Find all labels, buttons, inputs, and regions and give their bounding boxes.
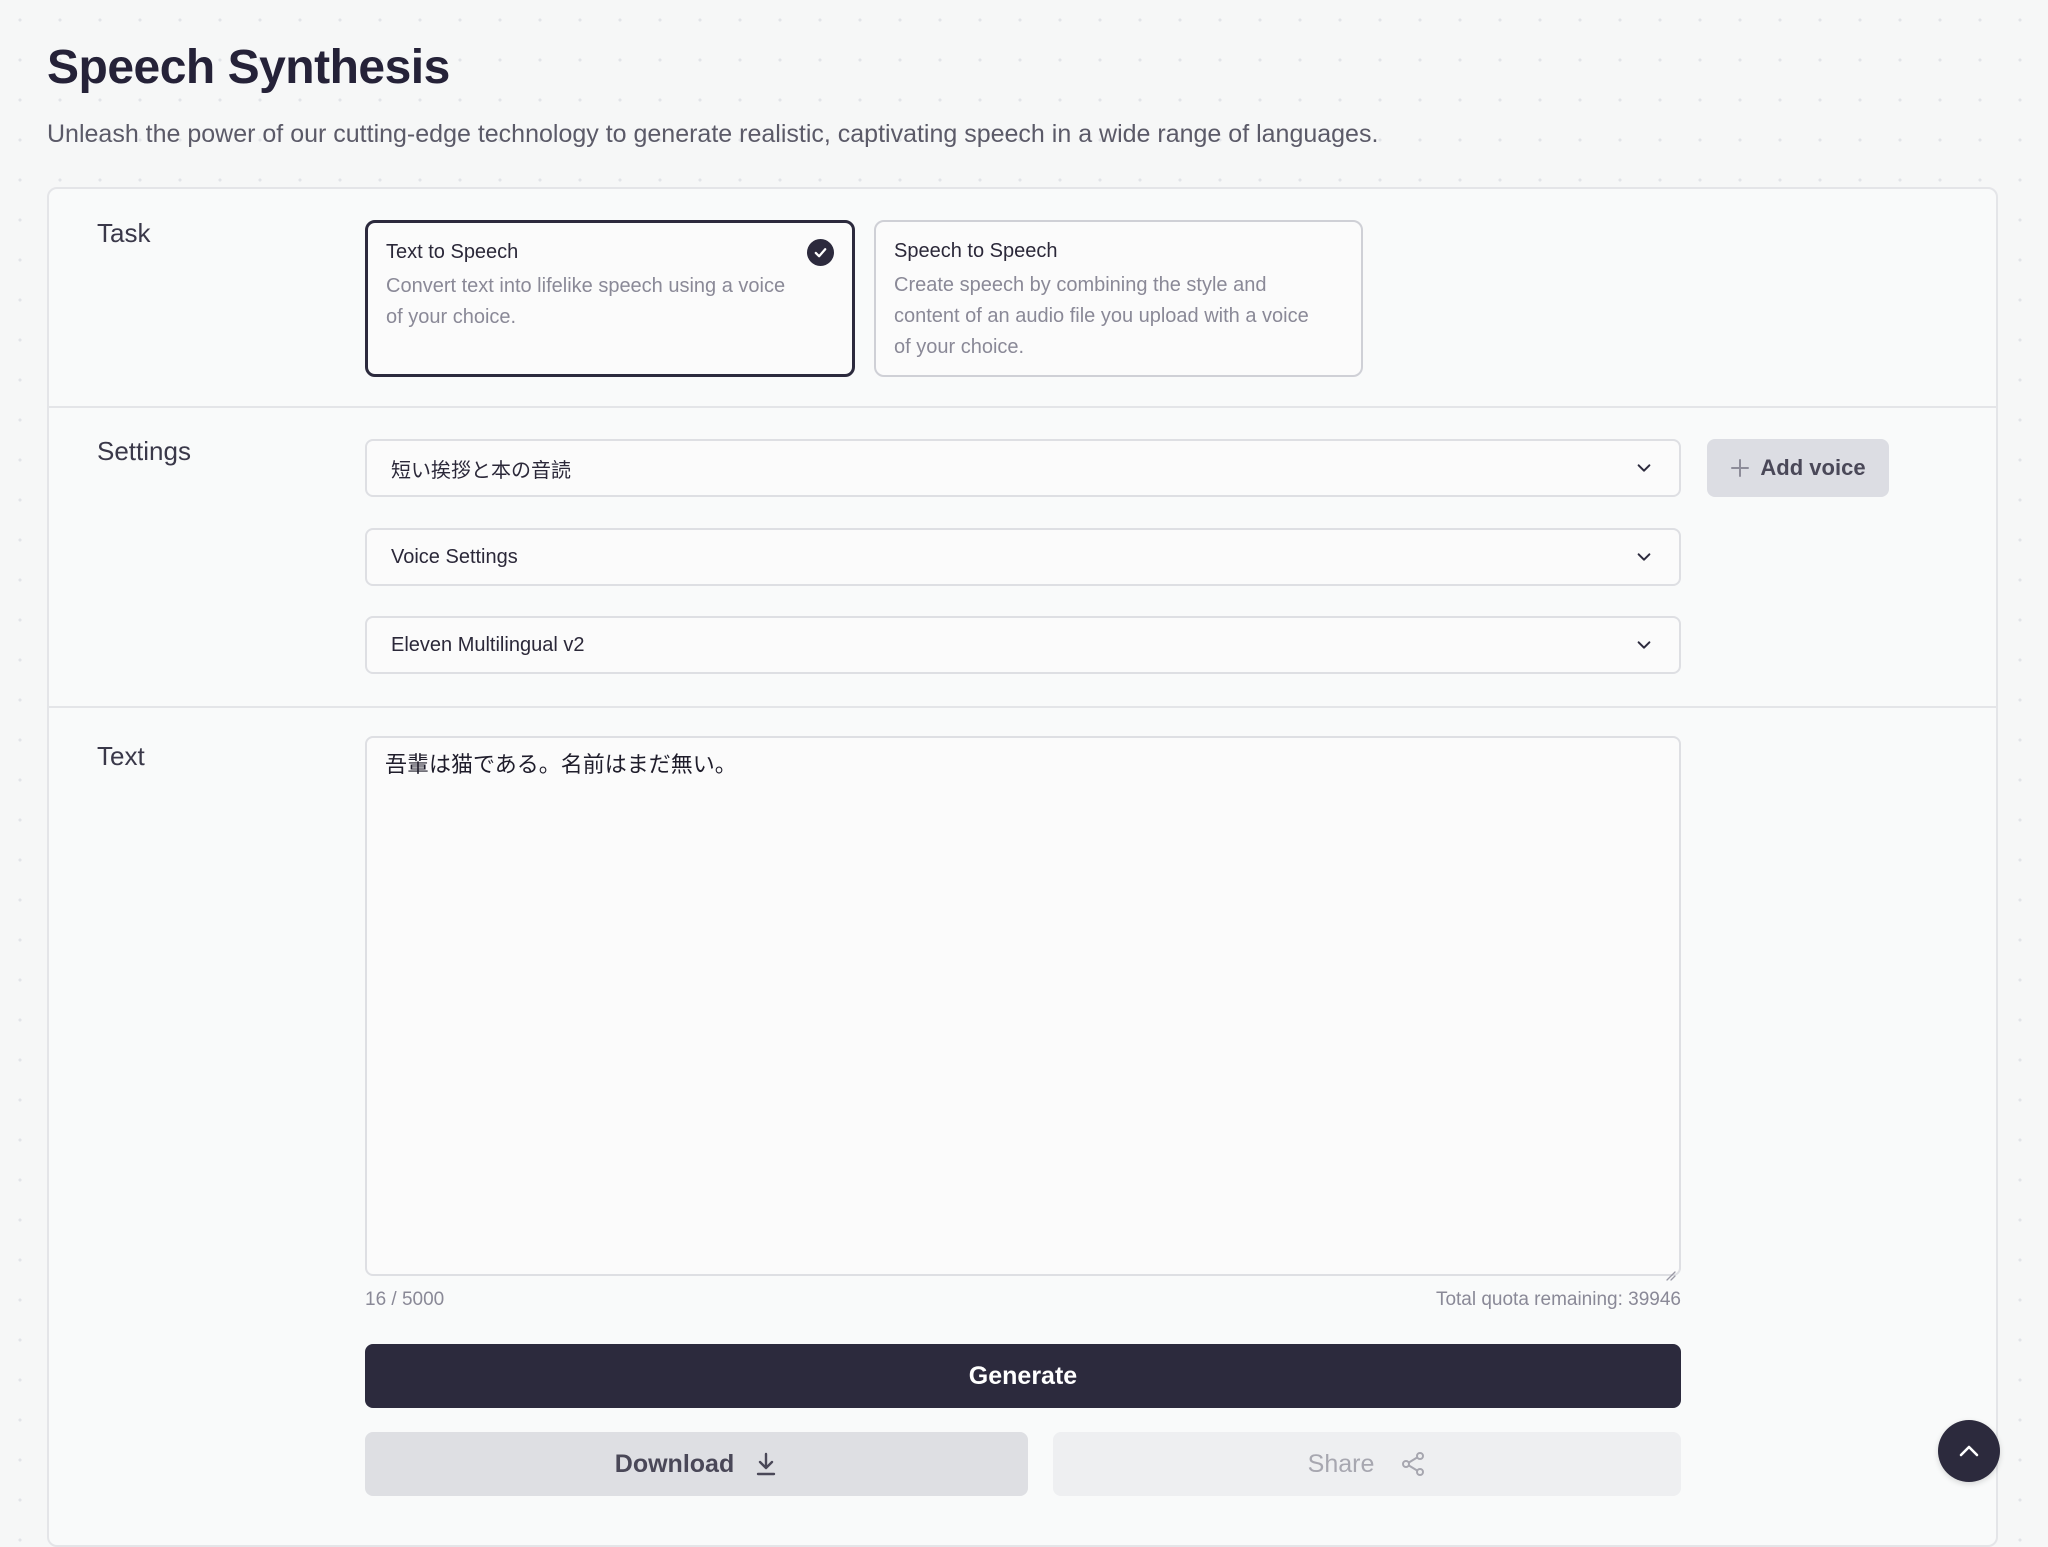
voice-select[interactable]: 短い挨拶と本の音読	[365, 439, 1681, 497]
voice-settings-toggle[interactable]: Voice Settings	[365, 528, 1681, 586]
task-option-description: Convert text into lifelike speech using …	[386, 275, 786, 328]
task-section-label: Task	[97, 218, 151, 248]
settings-section-label: Settings	[97, 436, 191, 466]
plus-icon	[1730, 458, 1750, 478]
download-button[interactable]: Download	[365, 1432, 1028, 1496]
add-voice-label: Add voice	[1760, 455, 1866, 480]
share-button[interactable]: Share	[1053, 1432, 1681, 1496]
section-divider	[49, 406, 1996, 408]
voice-select-value: 短い挨拶と本の音読	[391, 457, 571, 482]
download-icon	[754, 1451, 778, 1477]
download-label: Download	[614, 1449, 735, 1478]
text-input[interactable]: 吾輩は猫である。名前はまだ無い。	[365, 736, 1681, 1281]
resize-handle-icon[interactable]	[1664, 1259, 1676, 1281]
text-section-label: Text	[97, 741, 145, 771]
task-option-title: Text to Speech	[386, 241, 519, 263]
section-divider	[49, 706, 1996, 708]
character-count: 16 / 5000	[365, 1289, 445, 1310]
task-option-title: Speech to Speech	[894, 240, 1058, 262]
add-voice-button[interactable]: Add voice	[1707, 439, 1889, 497]
model-select[interactable]: Eleven Multilingual v2	[365, 616, 1681, 674]
text-input-value: 吾輩は猫である。名前はまだ無い。	[385, 753, 737, 778]
page-subtitle: Unleash the power of our cutting-edge te…	[47, 120, 1379, 148]
chevron-down-icon	[1633, 457, 1655, 479]
voice-settings-label: Voice Settings	[391, 545, 518, 568]
share-label: Share	[1307, 1449, 1375, 1478]
quota-remaining: Total quota remaining: 39946	[1435, 1289, 1681, 1310]
chevron-up-icon	[1956, 1438, 1982, 1464]
task-option-text-to-speech[interactable]: Text to Speech Convert text into lifelik…	[365, 220, 855, 377]
scroll-to-top-button[interactable]	[1938, 1420, 2000, 1482]
model-select-value: Eleven Multilingual v2	[391, 633, 585, 656]
page-title: Speech Synthesis	[47, 41, 450, 94]
check-circle-icon	[807, 239, 834, 266]
share-icon	[1400, 1451, 1426, 1477]
task-option-speech-to-speech[interactable]: Speech to Speech Create speech by combin…	[874, 220, 1363, 377]
chevron-down-icon	[1633, 634, 1655, 656]
task-option-description: Create speech by combining the style and…	[894, 274, 1309, 358]
chevron-down-icon	[1633, 546, 1655, 568]
speech-synthesis-form: Task Text to Speech Convert text into li…	[47, 187, 1998, 1547]
generate-button[interactable]: Generate	[365, 1344, 1681, 1408]
